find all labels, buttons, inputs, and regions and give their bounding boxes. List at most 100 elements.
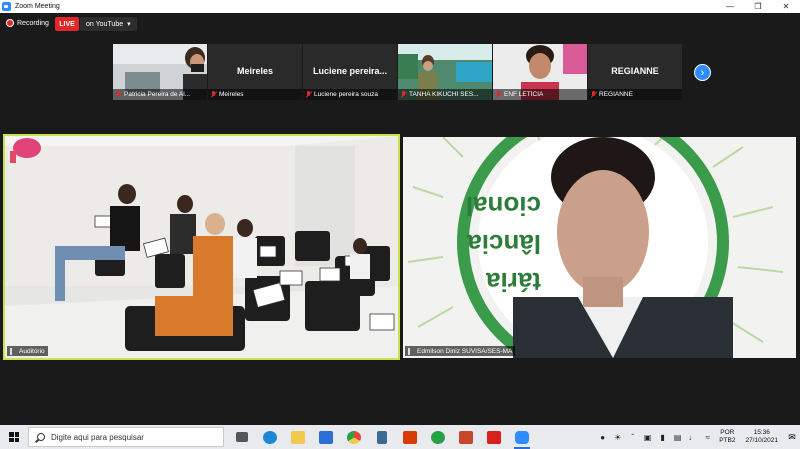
record-dot-icon <box>6 19 14 27</box>
dropdown-caret-icon: ▾ <box>127 21 131 28</box>
recording-label: Recording <box>17 19 49 27</box>
search-icon <box>37 433 45 441</box>
next-page-button[interactable]: › <box>694 64 711 81</box>
participant-name: REGIANNE <box>599 91 633 98</box>
office-icon <box>403 430 417 444</box>
task-view-button[interactable] <box>228 425 256 449</box>
main-video-tile-auditorio[interactable]: Auditório <box>3 134 400 360</box>
close-icon[interactable]: ✕ <box>772 0 800 13</box>
language-code: POR <box>720 429 735 436</box>
live-badge[interactable]: LIVE <box>55 17 79 31</box>
chevron-right-icon: › <box>700 66 705 79</box>
chrome-button[interactable] <box>340 425 368 449</box>
taskbar-apps <box>228 425 536 449</box>
participant-name-bar: Meireles <box>208 89 302 100</box>
banner-text-3: tária <box>486 267 541 297</box>
video-name-label: Edmilson Diniz SUVISA/SES-MA <box>405 346 516 356</box>
taskbar-search-box[interactable]: Digite aqui para pesquisar <box>28 427 224 447</box>
calculator-button[interactable] <box>368 425 396 449</box>
keyboard-layout: PTB2 <box>719 437 736 444</box>
participant-tile[interactable]: REGIANNE REGIANNE <box>588 44 682 100</box>
participant-name-bar: REGIANNE <box>588 89 682 100</box>
participant-name: Luciene pereira souza <box>314 91 378 98</box>
office-button[interactable] <box>396 425 424 449</box>
system-clock[interactable]: 15:36 27/10/2021 <box>745 429 778 445</box>
mic-tray-icon[interactable]: ▮ <box>656 432 669 442</box>
participant-name-bar: Luciene pereira souza <box>303 89 397 100</box>
participant-name: ENF LETÍCIA <box>504 91 544 98</box>
show-hidden-icons-chevron-up-icon[interactable]: ˆ <box>626 432 639 442</box>
banner-text-2: lância <box>467 229 541 259</box>
restore-icon[interactable]: ❐ <box>744 0 772 13</box>
participant-display-name: Luciene pereira... <box>312 66 388 76</box>
participant-name-bar: TANHA KIKUCHI SES... <box>398 89 492 100</box>
file-explorer-button[interactable] <box>284 425 312 449</box>
acrobat-button[interactable] <box>480 425 508 449</box>
participant-display-name: Meireles <box>236 66 274 76</box>
stream-target-label: on YouTube <box>86 20 124 28</box>
meeting-top-bar: Recording LIVE on YouTube ▾ <box>0 13 800 43</box>
file-explorer-icon <box>291 430 305 444</box>
mic-icon <box>10 347 16 355</box>
participant-name-bar: Patricia Pereira de Al... <box>113 89 207 100</box>
zoom-app-icon <box>2 2 11 11</box>
search-placeholder: Digite aqui para pesquisar <box>51 432 144 442</box>
participant-display-name: REGIANNE <box>611 66 659 76</box>
edge-button[interactable] <box>256 425 284 449</box>
participant-strip: Patricia Pereira de Al... Meireles Meire… <box>113 44 682 100</box>
whatsapp-icon <box>431 430 445 444</box>
zoom-icon <box>515 430 529 444</box>
participant-name: Meireles <box>219 91 244 98</box>
recording-indicator[interactable]: Recording <box>6 19 49 27</box>
clock-date: 27/10/2021 <box>745 437 778 444</box>
participant-name: TANHA KIKUCHI SES... <box>409 91 479 98</box>
video-owner-name: Edmilson Diniz SUVISA/SES-MA <box>417 347 513 355</box>
system-tray: ● ☀ ˆ ▣ ▮ ▤ ♩ ≈ POR PTB2 15:36 27/10/202… <box>595 425 800 449</box>
mic-icon <box>408 347 414 355</box>
notifications-icon[interactable]: ✉ <box>784 425 800 449</box>
acrobat-icon <box>487 430 501 444</box>
start-button[interactable] <box>0 425 28 449</box>
windows-taskbar: Digite aqui para pesquisar ● ☀ ˆ ▣ ▮ ▤ ♩… <box>0 425 800 449</box>
zoom-button[interactable] <box>508 425 536 449</box>
window-controls: — ❐ ✕ <box>716 0 800 13</box>
task-view-icon <box>236 432 248 442</box>
window-titlebar: Zoom Meeting — ❐ ✕ <box>0 0 800 13</box>
people-icon[interactable]: ● <box>596 432 609 442</box>
muted-mic-icon <box>496 91 502 98</box>
participant-tile[interactable]: Meireles Meireles <box>208 44 302 100</box>
muted-mic-icon <box>116 91 122 98</box>
mail-icon <box>319 430 333 444</box>
minimize-icon[interactable]: — <box>716 0 744 13</box>
muted-mic-icon <box>591 91 597 98</box>
weather-icon[interactable]: ☀ <box>611 432 624 442</box>
mail-button[interactable] <box>312 425 340 449</box>
video-owner-name: Auditório <box>19 347 45 355</box>
network-icon[interactable]: ▤ <box>671 432 684 442</box>
speaker-icon[interactable]: ♩ <box>686 432 699 442</box>
camera-icon[interactable]: ▣ <box>641 432 654 442</box>
windows-logo-icon <box>9 432 19 442</box>
main-video-tile-speaker[interactable]: cional lância tária Edmilson Diniz SUVIS… <box>403 137 796 358</box>
banner-text-1: cional <box>466 191 541 221</box>
powerpoint-button[interactable] <box>452 425 480 449</box>
muted-mic-icon <box>306 91 312 98</box>
powerpoint-icon <box>459 430 473 444</box>
participant-tile[interactable]: Patricia Pereira de Al... <box>113 44 207 100</box>
participant-tile[interactable]: Luciene pereira... Luciene pereira souza <box>303 44 397 100</box>
speaker-video-scene: cional lância tária <box>403 137 796 358</box>
language-indicator[interactable]: POR PTB2 <box>719 429 735 445</box>
calculator-icon <box>377 430 387 444</box>
participant-tile[interactable]: ENF LETÍCIA <box>493 44 587 100</box>
wifi-icon[interactable]: ≈ <box>701 432 714 442</box>
stream-target-dropdown[interactable]: on YouTube ▾ <box>80 17 137 31</box>
window-title: Zoom Meeting <box>15 3 60 10</box>
clock-time: 15:36 <box>753 429 770 436</box>
edge-icon <box>263 430 277 444</box>
whatsapp-button[interactable] <box>424 425 452 449</box>
participant-name: Patricia Pereira de Al... <box>124 91 191 98</box>
auditorium-video-scene <box>5 136 398 358</box>
muted-mic-icon <box>401 91 407 98</box>
participant-tile[interactable]: TANHA KIKUCHI SES... <box>398 44 492 100</box>
video-name-label: Auditório <box>7 346 48 356</box>
